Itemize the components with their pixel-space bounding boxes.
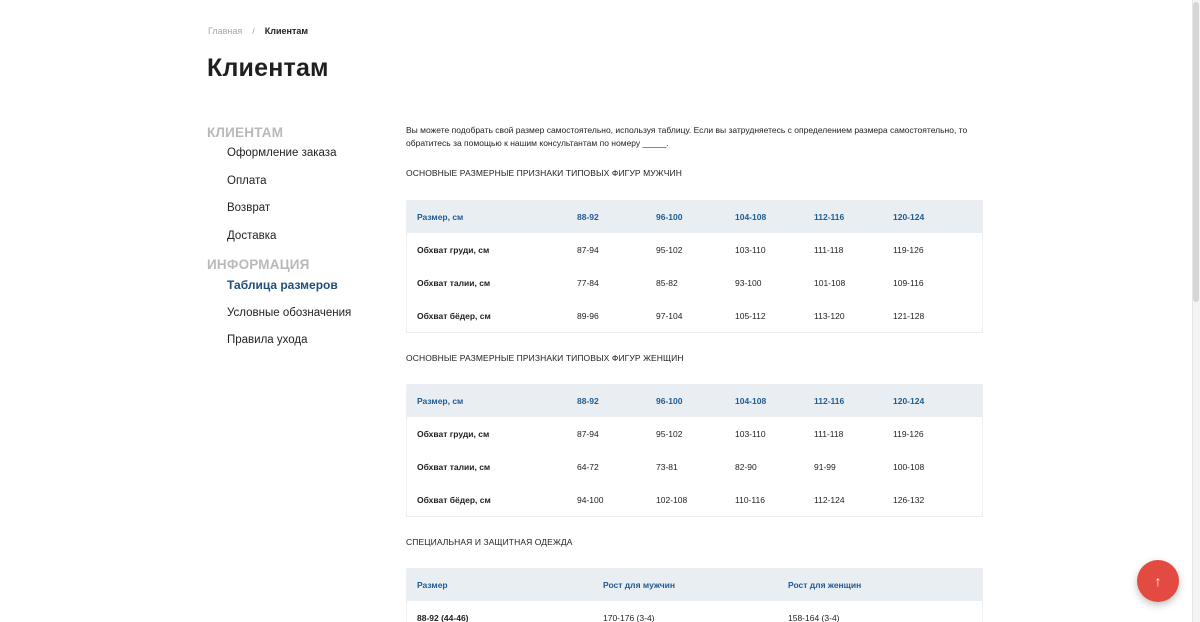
table-header-cell: 112-116 [814,396,845,406]
table-cell: 111-118 [814,244,844,255]
sidebar-item-return[interactable]: Возврат [207,201,387,229]
men-table-title: ОСНОВНЫЕ РАЗМЕРНЫЕ ПРИЗНАКИ ТИПОВЫХ ФИГУ… [406,168,682,178]
table-row-label: Обхват бёдер, см [417,310,491,321]
table-cell: 87-94 [577,244,599,255]
table-header-cell: 96-100 [656,212,683,222]
workwear-table-title: СПЕЦИАЛЬНАЯ И ЗАЩИТНАЯ ОДЕЖДА [406,537,573,547]
table-row: Обхват бёдер, см 94-100 102-108 110-116 … [407,483,982,516]
table-cell: 126-132 [893,494,925,505]
table-cell: 97-104 [656,310,683,321]
intro-text: Вы можете подобрать свой размер самостоя… [406,125,968,148]
page-scrollbar[interactable] [1192,0,1200,622]
sidebar-item-payment[interactable]: Оплата [207,174,387,202]
table-row-label: Обхват груди, см [417,244,490,255]
table-cell: 101-108 [814,277,846,288]
table-header-cell: Размер, см [417,396,464,406]
table-header-cell: 120-124 [893,212,925,222]
sidebar-nav: КЛИЕНТАМ Оформление заказа Оплата Возвра… [207,124,387,361]
table-header-cell: 120-124 [893,396,925,406]
scroll-to-top-button[interactable]: ↑ [1137,560,1179,602]
table-cell: 95-102 [656,244,683,255]
table-cell: 119-126 [893,428,924,439]
table-cell: 158-164 (3-4) [788,612,840,622]
table-cell: 95-102 [656,428,683,439]
table-header-row: Размер, см 88-92 96-100 104-108 112-116 … [407,385,982,417]
sidebar-item-order[interactable]: Оформление заказа [207,146,387,174]
table-row-label: 88-92 (44-46) [417,612,469,622]
sidebar-item-delivery[interactable]: Доставка [207,229,387,257]
table-cell: 119-126 [893,244,924,255]
table-cell: 111-118 [814,428,844,439]
sidebar-item-size-chart[interactable]: Таблица размеров [207,278,387,306]
table-row-label: Обхват талии, см [417,461,491,472]
sidebar-section-clients-title: КЛИЕНТАМ [207,125,284,140]
table-cell: 170-176 (3-4) [603,612,655,622]
table-row: Обхват груди, см 87-94 95-102 103-110 11… [407,233,982,266]
table-row: 88-92 (44-46) 170-176 (3-4) 158-164 (3-4… [407,601,982,622]
table-header-cell: 88-92 [577,396,599,406]
sidebar-item-symbols[interactable]: Условные обозначения [207,306,387,334]
table-cell: 85-82 [656,277,678,288]
table-header-cell: 96-100 [656,396,683,406]
table-header-cell: 112-116 [814,212,845,222]
men-size-table: Размер, см 88-92 96-100 104-108 112-116 … [406,200,983,333]
table-header-cell: 104-108 [735,212,767,222]
page-scrollbar-thumb[interactable] [1193,2,1199,302]
table-cell: 121-128 [893,310,925,321]
table-cell: 64-72 [577,461,599,472]
main-content: Вы можете подобрать свой размер самостоя… [406,124,983,622]
table-cell: 82-90 [735,461,757,472]
table-cell: 110-116 [735,494,765,505]
table-cell: 73-81 [656,461,678,472]
arrow-up-icon: ↑ [1154,573,1162,589]
workwear-size-table: Размер Рост для мужчин Рост для женщин 8… [406,568,983,622]
breadcrumb-current: Клиентам [264,26,309,36]
breadcrumb: Главная / Клиентам [208,26,308,36]
table-header-cell: 88-92 [577,212,599,222]
table-cell: 113-120 [814,310,845,321]
table-cell: 102-108 [656,494,688,505]
table-row-label: Обхват талии, см [417,277,491,288]
table-header-cell: Рост для мужчин [603,580,676,590]
table-row: Обхват груди, см 87-94 95-102 103-110 11… [407,417,982,450]
breadcrumb-home-link[interactable]: Главная [208,26,242,36]
table-cell: 103-110 [735,428,766,439]
breadcrumb-separator: / [252,26,255,36]
table-cell: 89-96 [577,310,599,321]
women-size-table: Размер, см 88-92 96-100 104-108 112-116 … [406,384,983,517]
table-cell: 94-100 [577,494,604,505]
table-cell: 77-84 [577,277,599,288]
table-cell: 91-99 [814,461,836,472]
table-cell: 87-94 [577,428,599,439]
sidebar-section-info-title: ИНФОРМАЦИЯ [207,257,310,272]
table-row: Обхват талии, см 64-72 73-81 82-90 91-99… [407,450,982,483]
table-row: Обхват талии, см 77-84 85-82 93-100 101-… [407,266,982,299]
table-header-cell: Рост для женщин [788,580,862,590]
table-header-cell: Размер, см [417,212,464,222]
table-cell: 112-124 [814,494,845,505]
table-header-row: Размер Рост для мужчин Рост для женщин [407,569,982,601]
table-cell: 105-112 [735,310,766,321]
table-cell: 109-116 [893,277,924,288]
table-cell: 93-100 [735,277,762,288]
page-title: Клиентам [207,54,329,82]
table-cell: 103-110 [735,244,766,255]
table-header-row: Размер, см 88-92 96-100 104-108 112-116 … [407,201,982,233]
sidebar-item-care[interactable]: Правила ухода [207,333,387,361]
table-cell: 100-108 [893,461,925,472]
women-table-title: ОСНОВНЫЕ РАЗМЕРНЫЕ ПРИЗНАКИ ТИПОВЫХ ФИГУ… [406,353,684,363]
table-header-cell: Размер [417,580,448,590]
table-header-cell: 104-108 [735,396,767,406]
table-row-label: Обхват бёдер, см [417,494,491,505]
table-row: Обхват бёдер, см 89-96 97-104 105-112 11… [407,299,982,332]
table-row-label: Обхват груди, см [417,428,490,439]
